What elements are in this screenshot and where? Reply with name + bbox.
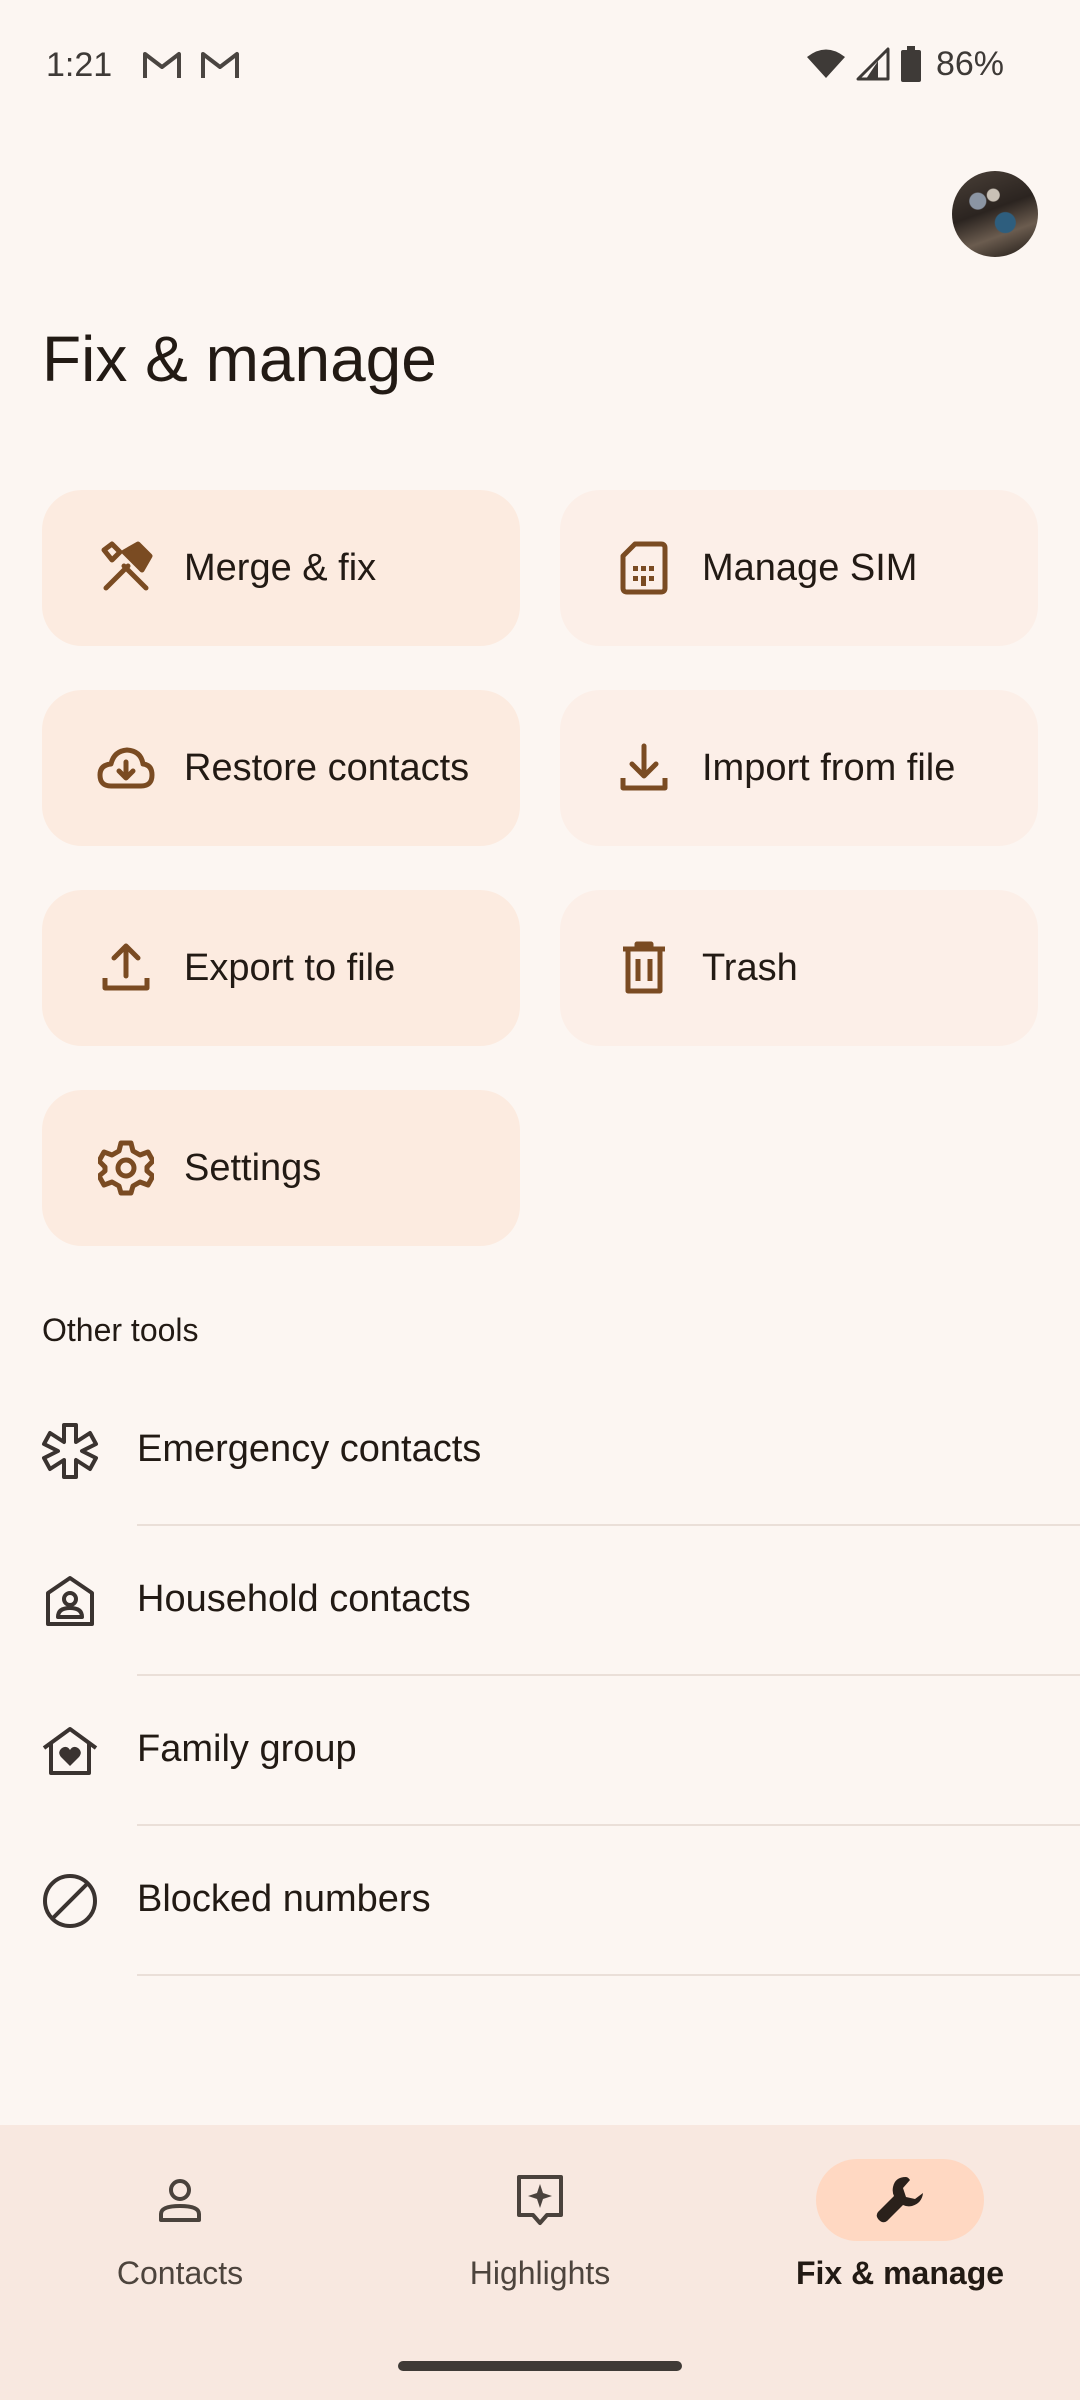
nav-label: Contacts xyxy=(116,2255,244,2291)
manage-sim-button[interactable]: Manage SIM xyxy=(560,490,1038,646)
nav-icon-container xyxy=(96,2159,264,2241)
trash-icon xyxy=(614,938,674,998)
wifi-icon xyxy=(806,49,845,78)
export-to-file-button[interactable]: Export to file xyxy=(42,890,520,1046)
tile-label: Import from file xyxy=(702,746,956,789)
tile-label: Merge & fix xyxy=(184,546,377,589)
status-icons: 86% xyxy=(806,44,1004,84)
status-time: 1:21 xyxy=(46,46,113,84)
family-group-item[interactable]: Family group xyxy=(0,1676,1080,1826)
nav-active-indicator xyxy=(816,2159,984,2241)
trash-button[interactable]: Trash xyxy=(560,890,1038,1046)
list-item-label: Family group xyxy=(137,1728,357,1770)
upload-icon xyxy=(96,938,156,998)
page-title: Fix & manage xyxy=(42,323,437,395)
nav-icon-container xyxy=(456,2159,624,2241)
person-icon xyxy=(159,2179,201,2222)
nav-highlights[interactable]: Highlights xyxy=(390,2159,690,2319)
tile-label: Settings xyxy=(184,1146,322,1189)
home-gesture-bar[interactable] xyxy=(398,2361,682,2371)
nav-contacts[interactable]: Contacts xyxy=(30,2159,330,2319)
battery-percentage: 86% xyxy=(935,44,1004,83)
list-item-label: Household contacts xyxy=(137,1578,471,1620)
merge-fix-button[interactable]: Merge & fix xyxy=(42,490,520,646)
tile-label: Trash xyxy=(702,946,798,989)
nav-label: Highlights xyxy=(469,2255,611,2291)
cloud-download-icon xyxy=(96,738,156,798)
gmail-icon xyxy=(201,52,239,78)
account-avatar[interactable] xyxy=(952,171,1038,257)
bottom-navigation: Contacts Highlights Fix & manage xyxy=(0,2125,1080,2400)
gear-icon xyxy=(96,1138,156,1198)
tile-label: Restore contacts xyxy=(184,746,470,789)
signal-icon xyxy=(856,47,890,81)
restore-contacts-button[interactable]: Restore contacts xyxy=(42,690,520,846)
divider xyxy=(137,1974,1080,1976)
tile-label: Export to file xyxy=(184,946,396,989)
merge-fix-icon xyxy=(96,538,156,598)
screen: 1:21 86% Fix & manage Merge & fix Manage… xyxy=(0,0,1080,2400)
family-home-icon xyxy=(40,1721,100,1781)
gmail-icon xyxy=(143,52,181,78)
import-from-file-button[interactable]: Import from file xyxy=(560,690,1038,846)
blocked-numbers-item[interactable]: Blocked numbers xyxy=(0,1826,1080,1976)
household-icon xyxy=(40,1571,100,1631)
other-tools-heading: Other tools xyxy=(42,1312,199,1348)
battery-icon xyxy=(900,46,921,82)
block-icon xyxy=(40,1871,100,1931)
nav-label: Fix & manage xyxy=(795,2255,1005,2291)
list-item-label: Blocked numbers xyxy=(137,1878,431,1920)
emergency-asterisk-icon xyxy=(40,1421,100,1481)
download-icon xyxy=(614,738,674,798)
highlights-icon xyxy=(517,2175,563,2225)
sim-card-icon xyxy=(614,538,674,598)
wrench-icon xyxy=(876,2177,923,2223)
tile-label: Manage SIM xyxy=(702,546,918,589)
emergency-contacts-item[interactable]: Emergency contacts xyxy=(0,1376,1080,1526)
settings-button[interactable]: Settings xyxy=(42,1090,520,1246)
household-contacts-item[interactable]: Household contacts xyxy=(0,1526,1080,1676)
nav-fix-manage[interactable]: Fix & manage xyxy=(750,2159,1050,2319)
list-item-label: Emergency contacts xyxy=(137,1428,482,1470)
status-bar: 1:21 86% xyxy=(0,0,1080,130)
